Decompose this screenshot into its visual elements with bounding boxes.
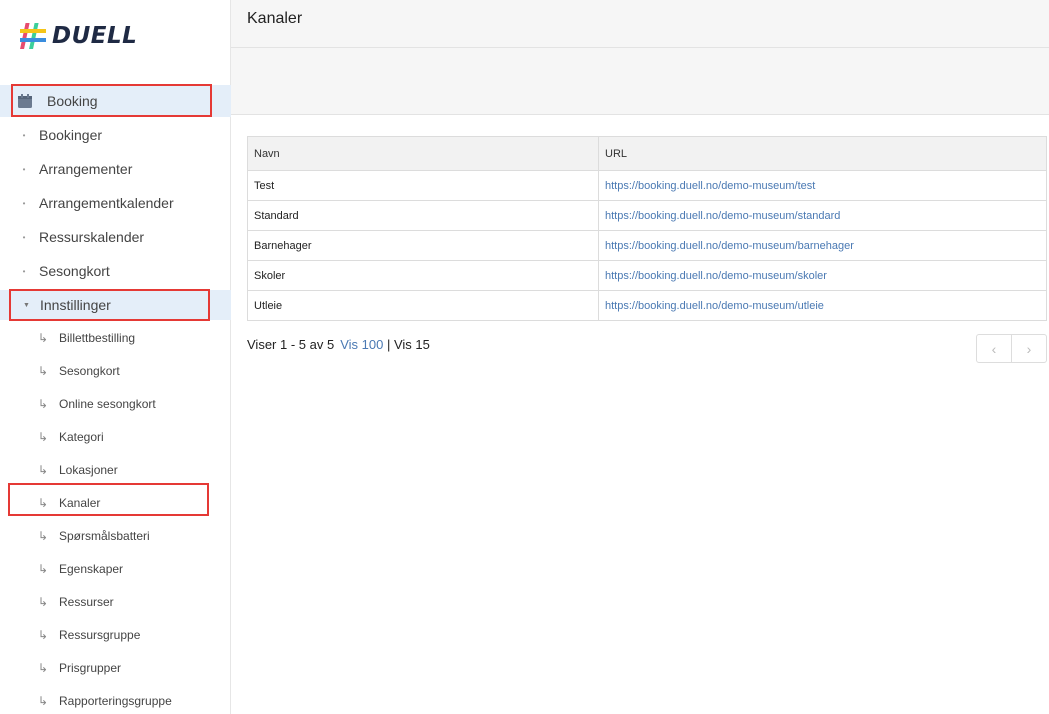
calendar-icon xyxy=(18,94,32,108)
sidebar-subitem-ressursgruppe[interactable]: ↳ Ressursgruppe xyxy=(0,627,231,643)
sidebar-item-label: Sesongkort xyxy=(39,263,110,279)
table-header-row: Navn URL xyxy=(247,136,1047,171)
cell-url: https://booking.duell.no/demo-museum/utl… xyxy=(598,290,1047,321)
bullet-icon: • xyxy=(22,232,26,242)
page-title: Kanaler xyxy=(247,10,303,27)
channel-url-link[interactable]: https://booking.duell.no/demo-museum/sta… xyxy=(605,210,840,222)
pagination-info: Viser 1 - 5 av 5 Vis 100 | Vis 15 xyxy=(247,337,430,352)
sidebar-item-ressurskalender[interactable]: • Ressurskalender xyxy=(0,228,231,246)
channels-table: Navn URL Test https://booking.duell.no/d… xyxy=(247,136,1047,321)
subitem-arrow-icon: ↳ xyxy=(38,430,49,444)
sidebar-item-label: Kanaler xyxy=(59,496,101,510)
subitem-arrow-icon: ↳ xyxy=(38,463,49,477)
pagination-controls: ‹ › xyxy=(976,334,1047,363)
logo[interactable]: DUELL xyxy=(18,20,137,52)
subitem-arrow-icon: ↳ xyxy=(38,529,49,543)
sidebar: DUELL Booking • Bookinger • Arrangemente… xyxy=(0,0,231,714)
column-header-navn[interactable]: Navn xyxy=(247,136,599,171)
chevron-left-icon: ‹ xyxy=(991,340,997,357)
sidebar-subitem-egenskaper[interactable]: ↳ Egenskaper xyxy=(0,561,231,577)
sidebar-item-label: Prisgrupper xyxy=(59,661,122,675)
cell-url: https://booking.duell.no/demo-museum/sko… xyxy=(598,260,1047,291)
sidebar-item-label: Arrangementer xyxy=(39,161,133,177)
subitem-arrow-icon: ↳ xyxy=(38,628,49,642)
channel-url-link[interactable]: https://booking.duell.no/demo-museum/bar… xyxy=(605,240,854,252)
next-page-button[interactable]: › xyxy=(1012,335,1046,362)
sidebar-item-arrangementkalender[interactable]: • Arrangementkalender xyxy=(0,194,231,212)
subitem-arrow-icon: ↳ xyxy=(38,661,49,675)
cell-url: https://booking.duell.no/demo-museum/bar… xyxy=(598,230,1047,261)
cell-name: Barnehager xyxy=(247,230,599,261)
table-row[interactable]: Test https://booking.duell.no/demo-museu… xyxy=(247,170,1047,201)
sidebar-item-sesongkort[interactable]: • Sesongkort xyxy=(0,262,231,280)
table-row[interactable]: Utleie https://booking.duell.no/demo-mus… xyxy=(247,290,1047,321)
channel-url-link[interactable]: https://booking.duell.no/demo-museum/sko… xyxy=(605,270,827,282)
sidebar-subitem-prisgrupper[interactable]: ↳ Prisgrupper xyxy=(0,660,231,676)
sidebar-item-label: Spørsmålsbatteri xyxy=(59,529,150,543)
sidebar-item-label: Booking xyxy=(47,93,98,109)
sidebar-item-booking[interactable]: Booking xyxy=(0,85,231,117)
sidebar-item-label: Ressursgruppe xyxy=(59,628,141,642)
sidebar-subitem-kanaler[interactable]: ↳ Kanaler xyxy=(0,495,231,511)
bullet-icon: • xyxy=(22,198,26,208)
show-15-link[interactable]: Vis 15 xyxy=(394,337,430,352)
sidebar-item-label: Billettbestilling xyxy=(59,331,136,345)
sidebar-item-bookinger[interactable]: • Bookinger xyxy=(0,126,231,144)
pagination-separator: | xyxy=(386,337,391,352)
subitem-arrow-icon: ↳ xyxy=(38,397,49,411)
subitem-arrow-icon: ↳ xyxy=(38,331,49,345)
caret-down-icon: ▼ xyxy=(23,301,30,309)
channel-url-link[interactable]: https://booking.duell.no/demo-museum/utl… xyxy=(605,300,824,312)
chevron-right-icon: › xyxy=(1026,340,1032,357)
toolbar-area xyxy=(231,48,1049,115)
cell-url: https://booking.duell.no/demo-museum/tes… xyxy=(598,170,1047,201)
sidebar-item-label: Innstillinger xyxy=(40,297,111,313)
sidebar-subitem-sporsmalsbatteri[interactable]: ↳ Spørsmålsbatteri xyxy=(0,528,231,544)
cell-name: Skoler xyxy=(247,260,599,291)
bullet-icon: • xyxy=(22,164,26,174)
sidebar-item-innstillinger[interactable]: ▼ Innstillinger xyxy=(0,290,231,320)
subitem-arrow-icon: ↳ xyxy=(38,595,49,609)
cell-name: Utleie xyxy=(247,290,599,321)
sidebar-item-label: Bookinger xyxy=(39,127,103,143)
sidebar-subitem-kategori[interactable]: ↳ Kategori xyxy=(0,429,231,445)
sidebar-item-label: Rapporteringsgruppe xyxy=(59,694,172,708)
sidebar-item-label: Lokasjoner xyxy=(59,463,118,477)
sidebar-item-label: Arrangementkalender xyxy=(39,195,174,211)
subitem-arrow-icon: ↳ xyxy=(38,364,49,378)
subitem-arrow-icon: ↳ xyxy=(38,562,49,576)
sidebar-item-label: Sesongkort xyxy=(59,364,120,378)
subitem-arrow-icon: ↳ xyxy=(38,496,49,510)
sidebar-subitem-online-sesongkort[interactable]: ↳ Online sesongkort xyxy=(0,396,231,412)
table-row[interactable]: Skoler https://booking.duell.no/demo-mus… xyxy=(247,260,1047,291)
show-100-link[interactable]: Vis 100 xyxy=(340,337,383,352)
cell-name: Test xyxy=(247,170,599,201)
column-header-url[interactable]: URL xyxy=(598,136,1047,171)
sidebar-item-arrangementer[interactable]: • Arrangementer xyxy=(0,160,231,178)
sidebar-subitem-rapporteringsgruppe[interactable]: ↳ Rapporteringsgruppe xyxy=(0,693,231,709)
sidebar-item-label: Ressurser xyxy=(59,595,114,609)
prev-page-button[interactable]: ‹ xyxy=(977,335,1012,362)
cell-name: Standard xyxy=(247,200,599,231)
sidebar-item-label: Egenskaper xyxy=(59,562,124,576)
top-bar: Kanaler xyxy=(231,0,1049,48)
sidebar-subitem-sesongkort[interactable]: ↳ Sesongkort xyxy=(0,363,231,379)
duell-logo-icon xyxy=(20,23,46,49)
sidebar-subitem-lokasjoner[interactable]: ↳ Lokasjoner xyxy=(0,462,231,478)
sidebar-subitem-billettbestilling[interactable]: ↳ Billettbestilling xyxy=(0,330,231,346)
sidebar-item-label: Online sesongkort xyxy=(59,397,156,411)
pagination-range: Viser 1 - 5 av 5 xyxy=(247,337,335,352)
bullet-icon: • xyxy=(22,130,26,140)
logo-text: DUELL xyxy=(52,23,138,49)
sidebar-item-label: Kategori xyxy=(59,430,104,444)
table-row[interactable]: Standard https://booking.duell.no/demo-m… xyxy=(247,200,1047,231)
table-row[interactable]: Barnehager https://booking.duell.no/demo… xyxy=(247,230,1047,261)
bullet-icon: • xyxy=(22,266,26,276)
sidebar-item-label: Ressurskalender xyxy=(39,229,145,245)
cell-url: https://booking.duell.no/demo-museum/sta… xyxy=(598,200,1047,231)
subitem-arrow-icon: ↳ xyxy=(38,694,49,708)
channel-url-link[interactable]: https://booking.duell.no/demo-museum/tes… xyxy=(605,180,815,192)
sidebar-subitem-ressurser[interactable]: ↳ Ressurser xyxy=(0,594,231,610)
